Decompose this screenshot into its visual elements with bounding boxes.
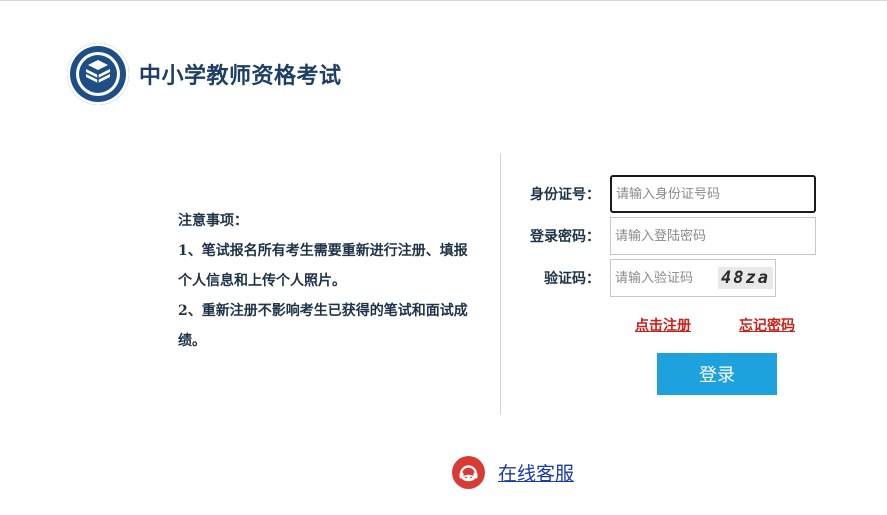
password-input[interactable]	[610, 217, 816, 255]
captcha-row: 验证码： 48za	[520, 259, 776, 297]
forgot-password-link[interactable]: 忘记密码	[739, 315, 795, 335]
captcha-input[interactable]	[610, 259, 716, 297]
id-number-row: 身份证号：	[520, 175, 816, 213]
site-title: 中小学教师资格考试	[139, 64, 342, 89]
notice-item: 1、笔试报名所有考生需要重新进行注册、填报个人信息和上传个人照片。	[178, 243, 468, 289]
password-label: 登录密码：	[530, 229, 600, 245]
captcha-label: 验证码：	[544, 271, 600, 287]
notice-heading: 注意事项：	[178, 213, 248, 229]
login-button[interactable]: 登录	[657, 353, 777, 395]
site-header: 中小学教师资格考试	[67, 43, 342, 105]
register-link[interactable]: 点击注册	[635, 315, 691, 335]
notice-item: 2、重新注册不影响考生已获得的笔试和面试成绩。	[178, 303, 468, 349]
customer-service-icon[interactable]	[452, 456, 485, 489]
captcha-text: 48za	[718, 267, 773, 289]
vertical-divider	[500, 153, 501, 415]
account-links: 点击注册 忘记密码	[635, 315, 795, 335]
login-page: 中小学教师资格考试 注意事项： 1、笔试报名所有考生需要重新进行注册、填报个人信…	[0, 0, 887, 515]
online-service-link[interactable]: 在线客服	[452, 456, 574, 489]
id-number-label: 身份证号：	[530, 187, 600, 203]
password-row: 登录密码：	[520, 217, 816, 255]
book-emblem-icon	[67, 43, 129, 105]
online-service-label[interactable]: 在线客服	[498, 459, 574, 486]
id-number-input[interactable]	[610, 175, 816, 213]
captcha-image[interactable]: 48za	[716, 259, 776, 297]
notice-panel: 注意事项： 1、笔试报名所有考生需要重新进行注册、填报个人信息和上传个人照片。 …	[178, 206, 478, 356]
